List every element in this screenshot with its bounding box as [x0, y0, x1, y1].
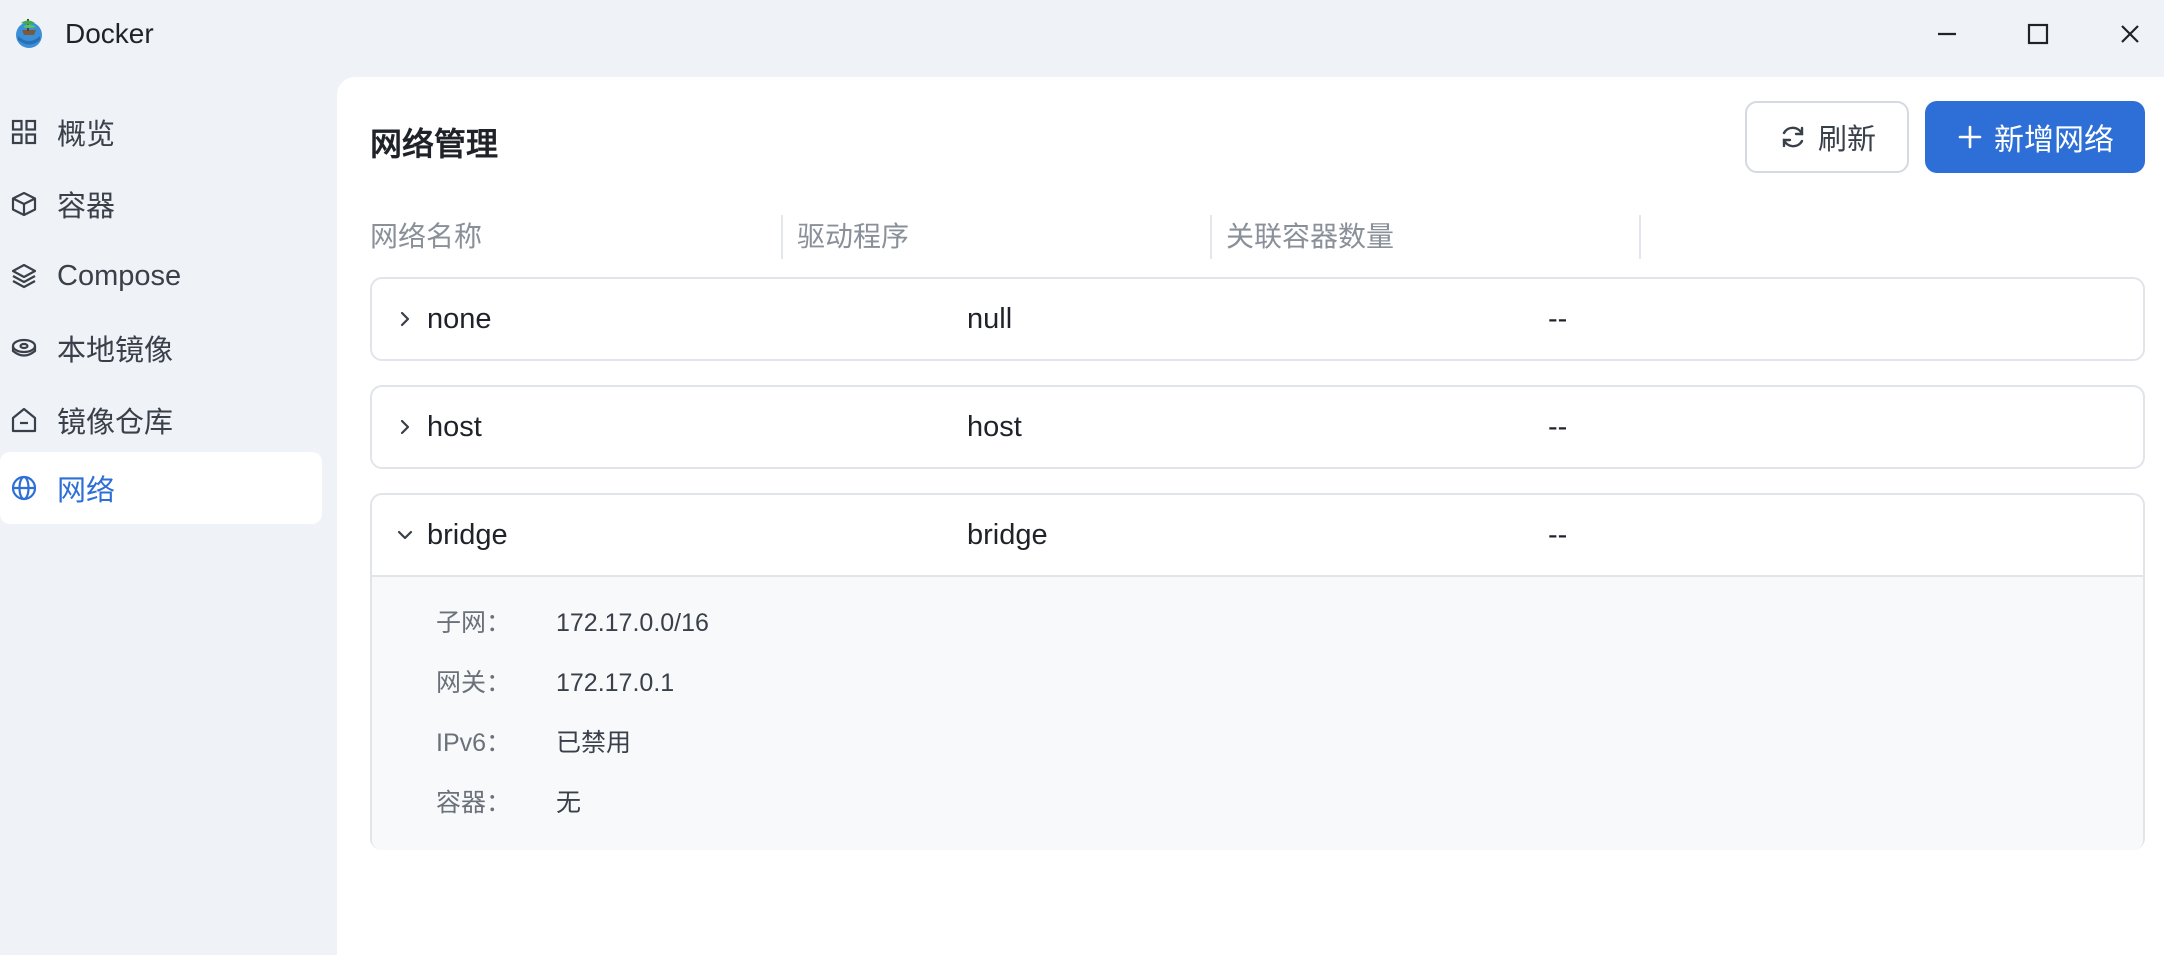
network-row-header[interactable]: none null -- [372, 279, 2143, 361]
network-name: host [427, 411, 482, 443]
window-title: Docker [65, 18, 154, 49]
detail-label: 容器： [436, 789, 512, 817]
sidebar-item-overview[interactable]: 概览 [0, 96, 322, 168]
house-icon [10, 406, 38, 434]
sidebar-item-label: 容器 [57, 191, 116, 223]
network-row: host host -- [370, 385, 2145, 469]
sidebar-item-label: 本地镜像 [57, 335, 174, 367]
column-header-name: 网络名称 [370, 221, 483, 252]
globe-icon [10, 474, 38, 502]
column-header-container-count: 关联容器数量 [1226, 221, 1395, 252]
network-name: none [427, 303, 492, 335]
network-row-header[interactable]: bridge bridge -- [372, 495, 2143, 577]
sidebar-item-image-registry[interactable]: 镜像仓库 [0, 384, 322, 456]
detail-value: 172.17.0.1 [556, 669, 675, 697]
table-header: 网络名称 驱动程序 关联容器数量 [370, 213, 2145, 261]
column-divider[interactable] [1210, 215, 1212, 259]
column-header-driver: 驱动程序 [797, 221, 910, 252]
refresh-icon [1782, 126, 1804, 148]
network-driver: host [967, 411, 1022, 443]
network-driver: null [967, 303, 1013, 335]
network-row-expanded: bridge bridge -- 子网： 172.17.0.0/16 网关： 1… [370, 493, 2145, 850]
network-name: bridge [427, 519, 508, 551]
close-button[interactable] [2110, 14, 2150, 54]
detail-value: 172.17.0.0/16 [556, 609, 709, 637]
detail-label: 子网： [436, 609, 512, 637]
grid-icon [10, 118, 38, 146]
refresh-button[interactable]: 刷新 [1745, 101, 1909, 173]
network-details: 子网： 172.17.0.0/16 网关： 172.17.0.1 IPv6： 已… [372, 575, 2143, 850]
chevron-down-icon[interactable] [392, 522, 418, 548]
sidebar-item-compose[interactable]: Compose [0, 240, 322, 312]
sidebar-item-containers[interactable]: 容器 [0, 168, 322, 240]
refresh-label: 刷新 [1817, 124, 1876, 156]
cube-icon [10, 190, 38, 218]
detail-label: 网关： [436, 669, 512, 697]
maximize-icon [2027, 23, 2049, 45]
network-container-count: -- [1548, 411, 1568, 443]
network-driver: bridge [967, 519, 1048, 551]
plus-icon [1958, 125, 1982, 149]
chevron-right-icon[interactable] [392, 414, 418, 440]
network-container-count: -- [1548, 303, 1568, 335]
column-divider[interactable] [1639, 215, 1641, 259]
network-container-count: -- [1548, 519, 1568, 551]
minimize-icon [1938, 32, 1956, 36]
detail-value: 无 [556, 789, 582, 817]
add-network-button[interactable]: 新增网络 [1925, 101, 2145, 173]
sidebar-item-label: Compose [57, 259, 182, 292]
minimize-button[interactable] [1927, 14, 1967, 54]
network-row-header[interactable]: host host -- [372, 387, 2143, 469]
sidebar-item-label: 概览 [57, 119, 116, 151]
sidebar-item-label: 镜像仓库 [57, 407, 174, 439]
docker-logo-icon [12, 16, 46, 50]
chevron-right-icon[interactable] [392, 306, 418, 332]
network-row: none null -- [370, 277, 2145, 361]
sidebar-item-local-images[interactable]: 本地镜像 [0, 312, 322, 384]
disk-icon [10, 334, 38, 362]
close-icon [2121, 25, 2139, 43]
sidebar-item-network[interactable]: 网络 [0, 452, 322, 524]
sidebar-item-label: 网络 [57, 475, 116, 507]
main-panel: 网络管理 刷新 新增网络 网络名称 驱动程序 关联容器数量 none null … [337, 77, 2164, 955]
page-title: 网络管理 [370, 126, 499, 162]
add-network-label: 新增网络 [1994, 124, 2114, 157]
detail-label: IPv6： [436, 729, 512, 757]
layers-icon [10, 262, 38, 290]
column-divider[interactable] [781, 215, 783, 259]
title-bar: Docker [0, 0, 2164, 68]
detail-value: 已禁用 [556, 729, 632, 757]
maximize-button[interactable] [2018, 14, 2058, 54]
